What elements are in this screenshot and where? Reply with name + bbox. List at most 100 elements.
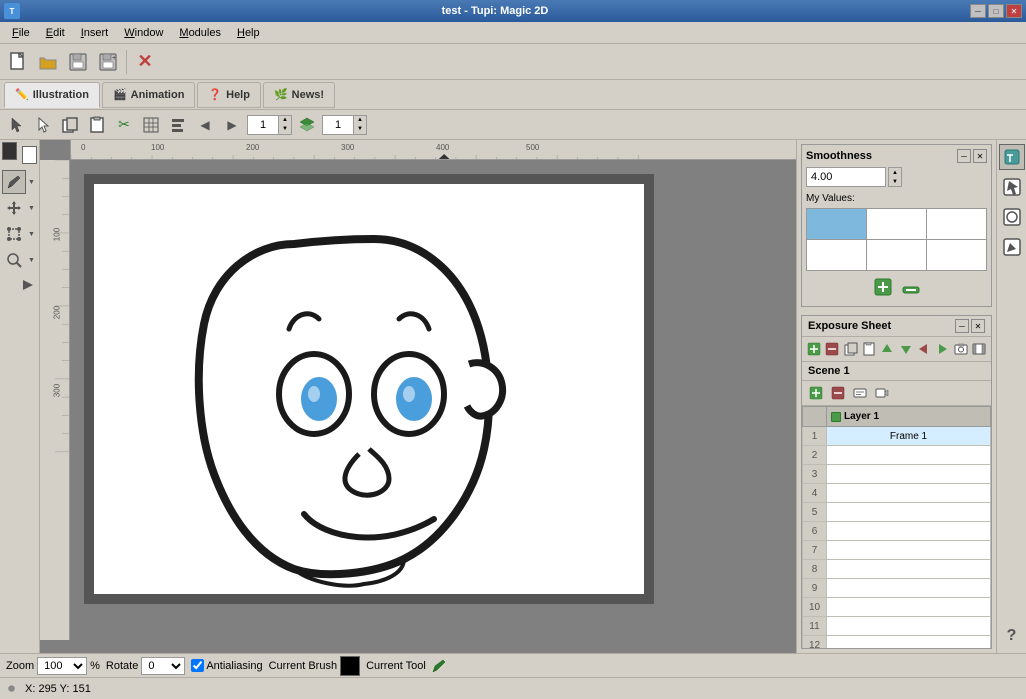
table-row[interactable]: 5 xyxy=(803,503,991,522)
foreground-color[interactable] xyxy=(2,142,17,160)
exp-move-right[interactable] xyxy=(934,339,950,359)
table-row[interactable]: 2 xyxy=(803,446,991,465)
tab-illustration[interactable]: ✏️ Illustration xyxy=(4,82,100,108)
cursor-btn[interactable] xyxy=(4,113,28,137)
val-cell-2[interactable] xyxy=(867,209,926,239)
table-row[interactable]: 9 xyxy=(803,579,991,598)
canvas-area[interactable] xyxy=(70,160,668,618)
drawing-canvas[interactable] xyxy=(94,184,644,594)
frame-cell[interactable] xyxy=(827,503,991,522)
table-row[interactable]: 10 xyxy=(803,598,991,617)
table-row[interactable]: 4 xyxy=(803,484,991,503)
right-select-btn[interactable] xyxy=(999,174,1025,200)
grid-btn[interactable] xyxy=(139,113,163,137)
new-button[interactable] xyxy=(4,48,32,76)
layer-up[interactable]: ▲ xyxy=(279,116,291,125)
scene-remove[interactable] xyxy=(828,383,848,403)
exp-down[interactable] xyxy=(897,339,913,359)
exp-copy[interactable] xyxy=(843,339,859,359)
transform-dropdown[interactable]: ▼ xyxy=(26,228,37,240)
zoom-select[interactable]: 100 50 75 125 150 200 xyxy=(37,657,87,675)
table-row[interactable]: 11 xyxy=(803,617,991,636)
zoom-tool[interactable] xyxy=(2,248,26,272)
table-row[interactable]: 1Frame 1 xyxy=(803,427,991,446)
tab-help[interactable]: ❓ Help xyxy=(197,82,261,108)
save-as-button[interactable]: + xyxy=(94,48,122,76)
table-row[interactable]: 7 xyxy=(803,541,991,560)
val-cell-5[interactable] xyxy=(867,240,926,270)
right-shapes-btn[interactable] xyxy=(999,204,1025,230)
restore-button[interactable]: □ xyxy=(988,4,1004,18)
exp-photo[interactable] xyxy=(952,339,968,359)
close-button[interactable]: ✕ xyxy=(1006,4,1022,18)
scene-camera[interactable] xyxy=(872,383,892,403)
add-value-btn[interactable] xyxy=(873,277,893,302)
copy-btn[interactable] xyxy=(58,113,82,137)
transform-btn[interactable]: ✂ xyxy=(112,113,136,137)
frame-cell[interactable]: Frame 1 xyxy=(827,427,991,446)
frame-input[interactable]: 1 xyxy=(323,119,353,131)
save-button[interactable] xyxy=(64,48,92,76)
scene-add[interactable] xyxy=(806,383,826,403)
rotate-select[interactable]: 0 90 180 270 xyxy=(141,657,185,675)
exposure-close[interactable]: ✕ xyxy=(971,319,985,333)
layer-spinner[interactable]: 1 ▲ ▼ xyxy=(247,115,292,135)
remove-value-btn[interactable] xyxy=(901,279,921,300)
smooth-down[interactable]: ▼ xyxy=(889,177,901,186)
frame-cell[interactable] xyxy=(827,484,991,503)
background-color[interactable] xyxy=(22,146,37,164)
scene-rename[interactable] xyxy=(850,383,870,403)
frame-cell[interactable] xyxy=(827,522,991,541)
exp-add[interactable] xyxy=(806,339,822,359)
table-row[interactable]: 8 xyxy=(803,560,991,579)
paste-btn[interactable] xyxy=(85,113,109,137)
minimize-button[interactable]: ─ xyxy=(970,4,986,18)
val-cell-4[interactable] xyxy=(807,240,866,270)
table-row[interactable]: 12 xyxy=(803,636,991,649)
canvas-wrapper[interactable]: 0 100 200 300 400 500 xyxy=(40,140,796,653)
pen-dropdown[interactable]: ▼ xyxy=(26,176,37,188)
exp-film[interactable] xyxy=(971,339,987,359)
table-row[interactable]: 3 xyxy=(803,465,991,484)
exposure-table-wrapper[interactable]: Layer 1 1Frame 1234567891011121314151617… xyxy=(802,406,991,648)
frame-spinner[interactable]: 1 ▲ ▼ xyxy=(322,115,367,135)
next-frame-btn[interactable]: ▶ xyxy=(220,113,244,137)
prev-frame-btn[interactable]: ◀ xyxy=(193,113,217,137)
layer-input[interactable]: 1 xyxy=(248,119,278,131)
menu-file[interactable]: File xyxy=(4,25,38,41)
smooth-up[interactable]: ▲ xyxy=(889,168,901,177)
frame-cell[interactable] xyxy=(827,560,991,579)
antialiasing-checkbox[interactable] xyxy=(191,659,204,672)
exp-move-left[interactable] xyxy=(916,339,932,359)
smoothness-input[interactable] xyxy=(806,167,886,187)
menu-insert[interactable]: Insert xyxy=(73,25,117,41)
right-fill-btn[interactable] xyxy=(999,234,1025,260)
frame-cell[interactable] xyxy=(827,465,991,484)
frame-cell[interactable] xyxy=(827,617,991,636)
val-cell-3[interactable] xyxy=(927,209,986,239)
select-dropdown[interactable]: ▼ xyxy=(26,202,37,214)
menu-modules[interactable]: Modules xyxy=(171,25,229,41)
transform-tool[interactable] xyxy=(2,222,26,246)
brush-preview[interactable] xyxy=(340,656,360,676)
tab-news[interactable]: 🌿 News! xyxy=(263,82,335,108)
delete-button[interactable]: ✕ xyxy=(131,48,159,76)
exp-paste[interactable] xyxy=(861,339,877,359)
exposure-minimize[interactable]: ─ xyxy=(955,319,969,333)
menu-help[interactable]: Help xyxy=(229,25,268,41)
open-button[interactable] xyxy=(34,48,62,76)
panel-minimize[interactable]: ─ xyxy=(957,149,971,163)
exp-remove[interactable] xyxy=(824,339,840,359)
table-row[interactable]: 6 xyxy=(803,522,991,541)
frame-cell[interactable] xyxy=(827,446,991,465)
right-help-btn[interactable]: ? xyxy=(999,623,1025,649)
frame-cell[interactable] xyxy=(827,541,991,560)
pen-tool[interactable] xyxy=(2,170,26,194)
layer-down[interactable]: ▼ xyxy=(279,125,291,134)
exp-up[interactable] xyxy=(879,339,895,359)
align-btn[interactable] xyxy=(166,113,190,137)
right-brush-btn[interactable] xyxy=(999,144,1025,170)
cursor2-btn[interactable] xyxy=(31,113,55,137)
val-cell-6[interactable] xyxy=(927,240,986,270)
move-tool[interactable] xyxy=(2,196,26,220)
